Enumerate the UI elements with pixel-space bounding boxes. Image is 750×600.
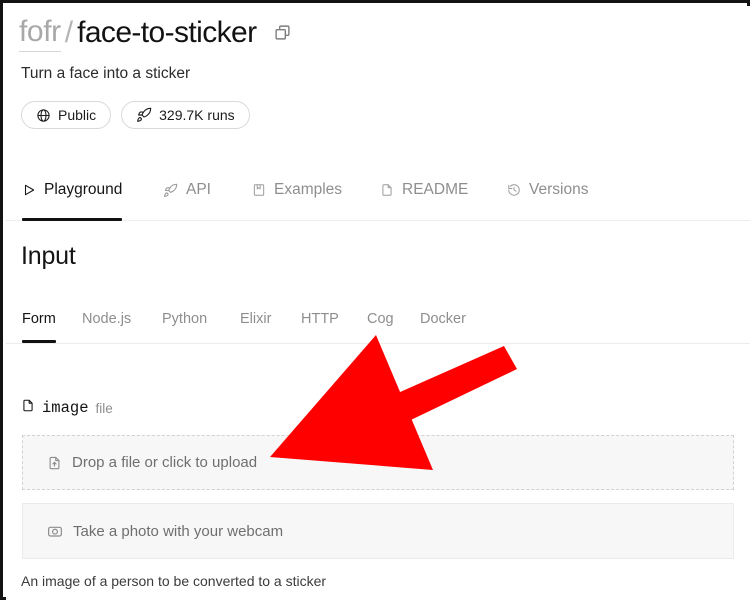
subtab-elixir-label: Elixir [240, 311, 272, 327]
file-upload-icon [47, 455, 62, 471]
play-icon [22, 183, 36, 197]
subtab-nodejs[interactable]: Node.js [82, 304, 131, 334]
rocket-icon [163, 183, 178, 198]
image-field-help-text: An image of a person to be converted to … [21, 573, 327, 589]
tab-playground-label: Playground [44, 181, 123, 198]
screenshot-frame: fofr / face-to-sticker Turn a face into … [0, 0, 750, 600]
webcam-capture-inner: Take a photo with your webcam [23, 523, 283, 540]
image-field-type: file [95, 400, 113, 416]
tab-api-label: API [186, 181, 211, 198]
copy-icon[interactable] [274, 24, 291, 41]
model-owner-link[interactable]: fofr [19, 14, 61, 52]
globe-icon [36, 108, 51, 123]
subtab-docker[interactable]: Docker [420, 304, 466, 334]
page-root: fofr / face-to-sticker Turn a face into … [6, 6, 750, 600]
visibility-badge: Public [21, 101, 112, 129]
model-tagline: Turn a face into a sticker [21, 65, 191, 82]
annotation-arrow-shaft [373, 346, 517, 430]
subtab-cog-label: Cog [367, 311, 394, 327]
history-icon [507, 183, 521, 197]
input-format-tabs: Form Node.js Python Elixir HTTP Cog Dock… [6, 304, 750, 344]
input-section-title: Input [21, 242, 76, 270]
model-title-row: fofr / face-to-sticker [19, 14, 291, 52]
tab-readme-label: README [402, 181, 469, 198]
tab-versions-label: Versions [529, 181, 589, 198]
model-name: face-to-sticker [77, 15, 257, 49]
tab-readme[interactable]: README [380, 169, 468, 211]
active-subtab-underline [22, 340, 56, 343]
model-badges: Public 329.7K runs [21, 101, 250, 129]
webcam-capture-label: Take a photo with your webcam [73, 522, 284, 540]
subtab-http[interactable]: HTTP [301, 304, 339, 334]
active-tab-underline [22, 218, 123, 221]
rocket-icon [136, 107, 152, 123]
title-separator: / [64, 15, 74, 49]
tab-playground[interactable]: Playground [22, 169, 123, 221]
runs-badge: 329.7K runs [121, 101, 250, 129]
file-dropzone-inner: Drop a file or click to upload [23, 454, 257, 471]
visibility-badge-label: Public [58, 107, 97, 123]
subtab-form[interactable]: Form [22, 304, 56, 343]
runs-badge-label: 329.7K runs [159, 107, 235, 123]
book-icon [252, 183, 266, 197]
subtab-python-label: Python [162, 311, 208, 327]
camera-icon [47, 523, 63, 539]
subtab-http-label: HTTP [301, 311, 339, 327]
image-field-label: image file [21, 398, 113, 418]
tab-versions[interactable]: Versions [507, 169, 588, 211]
subtab-docker-label: Docker [420, 311, 466, 327]
subtab-nodejs-label: Node.js [82, 311, 132, 327]
subtab-form-label: Form [22, 311, 56, 327]
tab-examples-label: Examples [274, 181, 343, 198]
file-dropzone-label: Drop a file or click to upload [72, 454, 258, 471]
subtab-python[interactable]: Python [162, 304, 207, 334]
main-nav-tabs: Playground API Examples README Versions [6, 169, 750, 221]
document-icon [380, 183, 394, 197]
tab-examples[interactable]: Examples [252, 169, 342, 211]
subtab-elixir[interactable]: Elixir [240, 304, 271, 334]
webcam-capture-button[interactable]: Take a photo with your webcam [22, 503, 734, 559]
subtab-cog[interactable]: Cog [367, 304, 394, 334]
file-icon [21, 398, 35, 418]
image-field-name: image [42, 399, 89, 417]
file-dropzone[interactable]: Drop a file or click to upload [22, 435, 734, 490]
tab-api[interactable]: API [163, 169, 211, 211]
